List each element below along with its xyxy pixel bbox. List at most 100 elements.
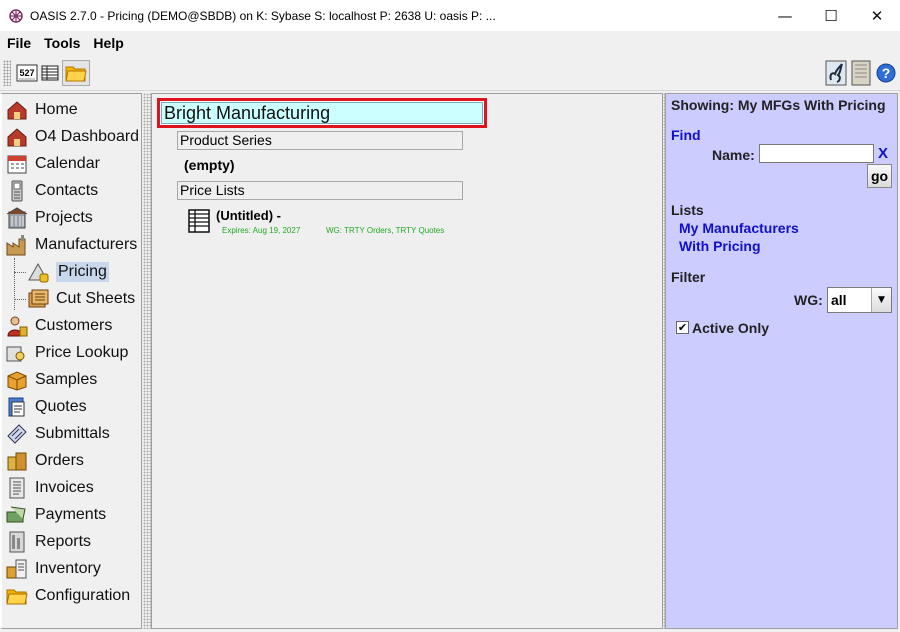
sidebar-item-projects[interactable]: Projects [5, 205, 93, 231]
sidebar-item-home[interactable]: Home [5, 97, 78, 123]
book-icon [851, 60, 871, 86]
manufacturer-detail-panel: Bright Manufacturing Product Series (emp… [151, 93, 663, 629]
price-list-item[interactable]: (Untitled) - Expires: Aug 19, 2027 WG: T… [188, 207, 488, 237]
dragon-icon [825, 60, 847, 86]
sidebar-item-customers[interactable]: Customers [5, 313, 112, 339]
price-list-dash: - [276, 208, 282, 223]
manufacturer-name-field[interactable]: Bright Manufacturing [157, 98, 487, 128]
sidebar-item-quotes[interactable]: Quotes [5, 394, 87, 420]
sidebar-item-label: Cut Sheets [56, 290, 136, 307]
sidebar-item-label: Price Lookup [35, 344, 129, 361]
product-series-header: Product Series [177, 131, 463, 150]
sidebar-item-reports[interactable]: Reports [5, 529, 91, 555]
workgroup-select-value: all [831, 292, 847, 308]
orders-icon [7, 452, 27, 471]
sidebar-item-label: Home [35, 101, 78, 118]
sidebar-item-pricing[interactable]: Pricing [26, 259, 109, 285]
lists-heading: Lists [671, 202, 704, 218]
sidebar-item-label: Orders [35, 452, 84, 469]
sidebar-item-submittals[interactable]: Submittals [5, 421, 110, 447]
lookup-icon [6, 346, 25, 362]
sidebar-item-contacts[interactable]: Contacts [5, 178, 98, 204]
menu-file[interactable]: File [7, 35, 31, 51]
box-icon [7, 371, 27, 391]
sidebar-item-inventory[interactable]: Inventory [5, 556, 101, 582]
inventory-icon [6, 559, 27, 579]
window-title: OASIS 2.7.0 - Pricing (DEMO@SBDB) on K: … [30, 8, 496, 23]
sidebar-item-price-lookup[interactable]: Price Lookup [5, 340, 128, 366]
maximize-button[interactable]: ☐ [808, 0, 854, 31]
cut-sheet-527-button[interactable]: 527 [16, 60, 38, 86]
price-list-button[interactable] [40, 60, 60, 86]
menu-bar: File Tools Help [0, 31, 900, 55]
close-button[interactable]: ✕ [854, 0, 900, 31]
sidebar-item-payments[interactable]: Payments [5, 502, 106, 528]
sidebar-item-label: Submittals [35, 425, 110, 442]
svg-text:?: ? [882, 65, 891, 81]
submittal-icon [7, 424, 27, 444]
go-button[interactable]: go [867, 164, 892, 188]
sidebar-item-label: Reports [35, 533, 92, 550]
sidebar-item-cut-sheets[interactable]: Cut Sheets [26, 286, 135, 312]
toolbar: 527 ? [0, 55, 900, 91]
product-series-empty: (empty) [184, 157, 235, 173]
with-pricing-link[interactable]: With Pricing [679, 238, 761, 254]
find-heading[interactable]: Find [671, 127, 701, 143]
sidebar-item-label: Projects [35, 209, 93, 226]
title-bar: OASIS 2.7.0 - Pricing (DEMO@SBDB) on K: … [0, 0, 900, 31]
toolbar-grip[interactable] [3, 60, 11, 86]
workgroup-select[interactable]: all ▼ [827, 287, 892, 313]
payment-icon [6, 506, 26, 523]
active-only-checkbox[interactable]: ✔ [676, 321, 689, 334]
sidebar-item-label: Pricing [56, 262, 109, 282]
open-folder-button[interactable] [62, 60, 90, 86]
my-manufacturers-link[interactable]: My Manufacturers [679, 220, 799, 236]
filter-heading: Filter [671, 269, 706, 285]
sidebar-item-label: Samples [35, 371, 98, 388]
price-lists-header: Price Lists [177, 181, 463, 200]
quote-icon [8, 397, 25, 417]
left-navigation: Home O4 Dashboard Calendar Contacts Projects… [0, 93, 142, 629]
help-button[interactable]: ? [875, 60, 897, 86]
sheet-527-label: 527 [19, 68, 34, 78]
sidebar-item-invoices[interactable]: Invoices [5, 475, 94, 501]
price-list-expires: Expires: Aug 19, 2027 [222, 226, 301, 235]
showing-label: Showing: My MFGs With Pricing [671, 97, 886, 113]
invoice-icon [9, 477, 25, 499]
report-icon [9, 531, 25, 553]
wg-label: WG: [794, 292, 823, 308]
sidebar-item-label: O4 Dashboard [35, 128, 140, 145]
active-only-label[interactable]: Active Only [692, 320, 769, 336]
minimize-button[interactable]: — [762, 0, 808, 31]
clear-search-button[interactable]: X [878, 145, 888, 162]
sidebar-item-label: Payments [35, 506, 107, 523]
sidebar-item-label: Configuration [35, 587, 131, 604]
menu-tools[interactable]: Tools [44, 35, 80, 51]
price-list-workgroups: WG: TRTY Orders, TRTY Quotes [326, 226, 445, 235]
chevron-down-icon[interactable]: ▼ [871, 288, 891, 312]
documents-button[interactable] [849, 60, 873, 86]
menu-help[interactable]: Help [93, 35, 123, 51]
pricing-icon [28, 262, 49, 283]
folder-icon [6, 589, 28, 605]
sidebar-item-calendar[interactable]: Calendar [5, 151, 100, 177]
price-list-name: (Untitled) [216, 208, 274, 223]
sidebar-item-label: Customers [35, 317, 113, 334]
building-icon [6, 207, 28, 229]
sheets-icon [28, 289, 49, 308]
sidebar-item-samples[interactable]: Samples [5, 367, 97, 393]
sidebar-item-manufacturers[interactable]: Manufacturers [5, 232, 137, 258]
calendar-icon [7, 155, 27, 174]
factory-icon [6, 235, 26, 256]
name-search-input[interactable] [759, 144, 874, 163]
folder-icon [65, 66, 87, 82]
price-list-grid-icon [188, 209, 210, 233]
person-icon [7, 316, 28, 337]
sidebar-item-orders[interactable]: Orders [5, 448, 84, 474]
sidebar-item-configuration[interactable]: Configuration [5, 583, 130, 609]
left-splitter[interactable] [143, 93, 151, 629]
grid-list-icon [41, 65, 59, 81]
sidebar-item-label: Calendar [35, 155, 100, 172]
monitor-button[interactable] [824, 60, 848, 86]
sidebar-item-o4-dashboard[interactable]: O4 Dashboard [5, 124, 139, 150]
